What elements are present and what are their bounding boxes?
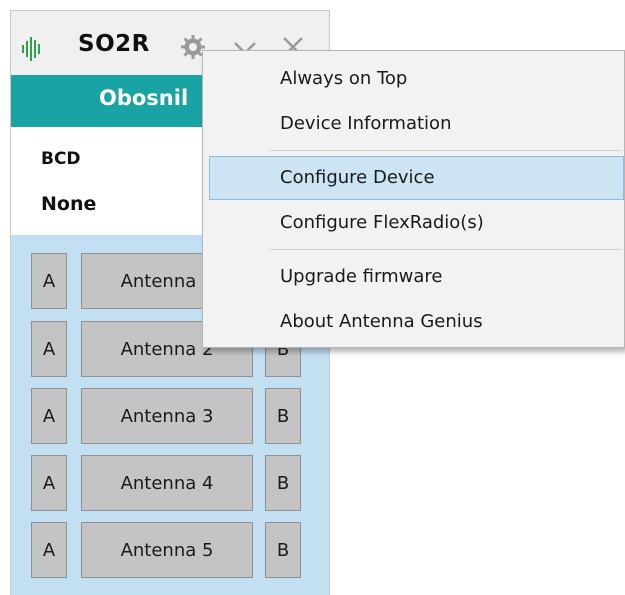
port-b-button[interactable]: B <box>265 522 301 578</box>
port-a-button[interactable]: A <box>31 455 67 511</box>
context-menu: Always on Top Device Information Configu… <box>202 50 625 348</box>
port-b-button[interactable]: B <box>265 388 301 444</box>
menu-item-configure-flexradio[interactable]: Configure FlexRadio(s) <box>209 201 624 245</box>
bcd-label: BCD <box>41 149 81 169</box>
antenna-button[interactable]: Antenna 3 <box>81 388 253 444</box>
antenna-row: A Antenna 5 B <box>11 522 329 580</box>
antenna-button[interactable]: Antenna 5 <box>81 522 253 578</box>
menu-item-always-on-top[interactable]: Always on Top <box>209 57 624 101</box>
port-a-button[interactable]: A <box>31 321 67 377</box>
bcd-value: None <box>41 193 97 215</box>
menu-separator <box>269 249 621 250</box>
menu-item-about[interactable]: About Antenna Genius <box>209 300 624 344</box>
menu-item-configure-device[interactable]: Configure Device <box>209 156 624 200</box>
menu-separator <box>269 150 621 151</box>
antenna-row: A Antenna 4 B <box>11 455 329 513</box>
profile-name: Obosnil <box>99 86 189 110</box>
port-a-button[interactable]: A <box>31 253 67 309</box>
antenna-button[interactable]: Antenna 4 <box>81 455 253 511</box>
antenna-row: A Antenna 3 B <box>11 388 329 446</box>
port-a-button[interactable]: A <box>31 388 67 444</box>
signal-bars-icon <box>22 37 40 61</box>
port-a-button[interactable]: A <box>31 522 67 578</box>
menu-item-device-information[interactable]: Device Information <box>209 102 624 146</box>
window-title: SO2R <box>78 31 150 57</box>
port-b-button[interactable]: B <box>265 455 301 511</box>
menu-item-upgrade-firmware[interactable]: Upgrade firmware <box>209 255 624 299</box>
